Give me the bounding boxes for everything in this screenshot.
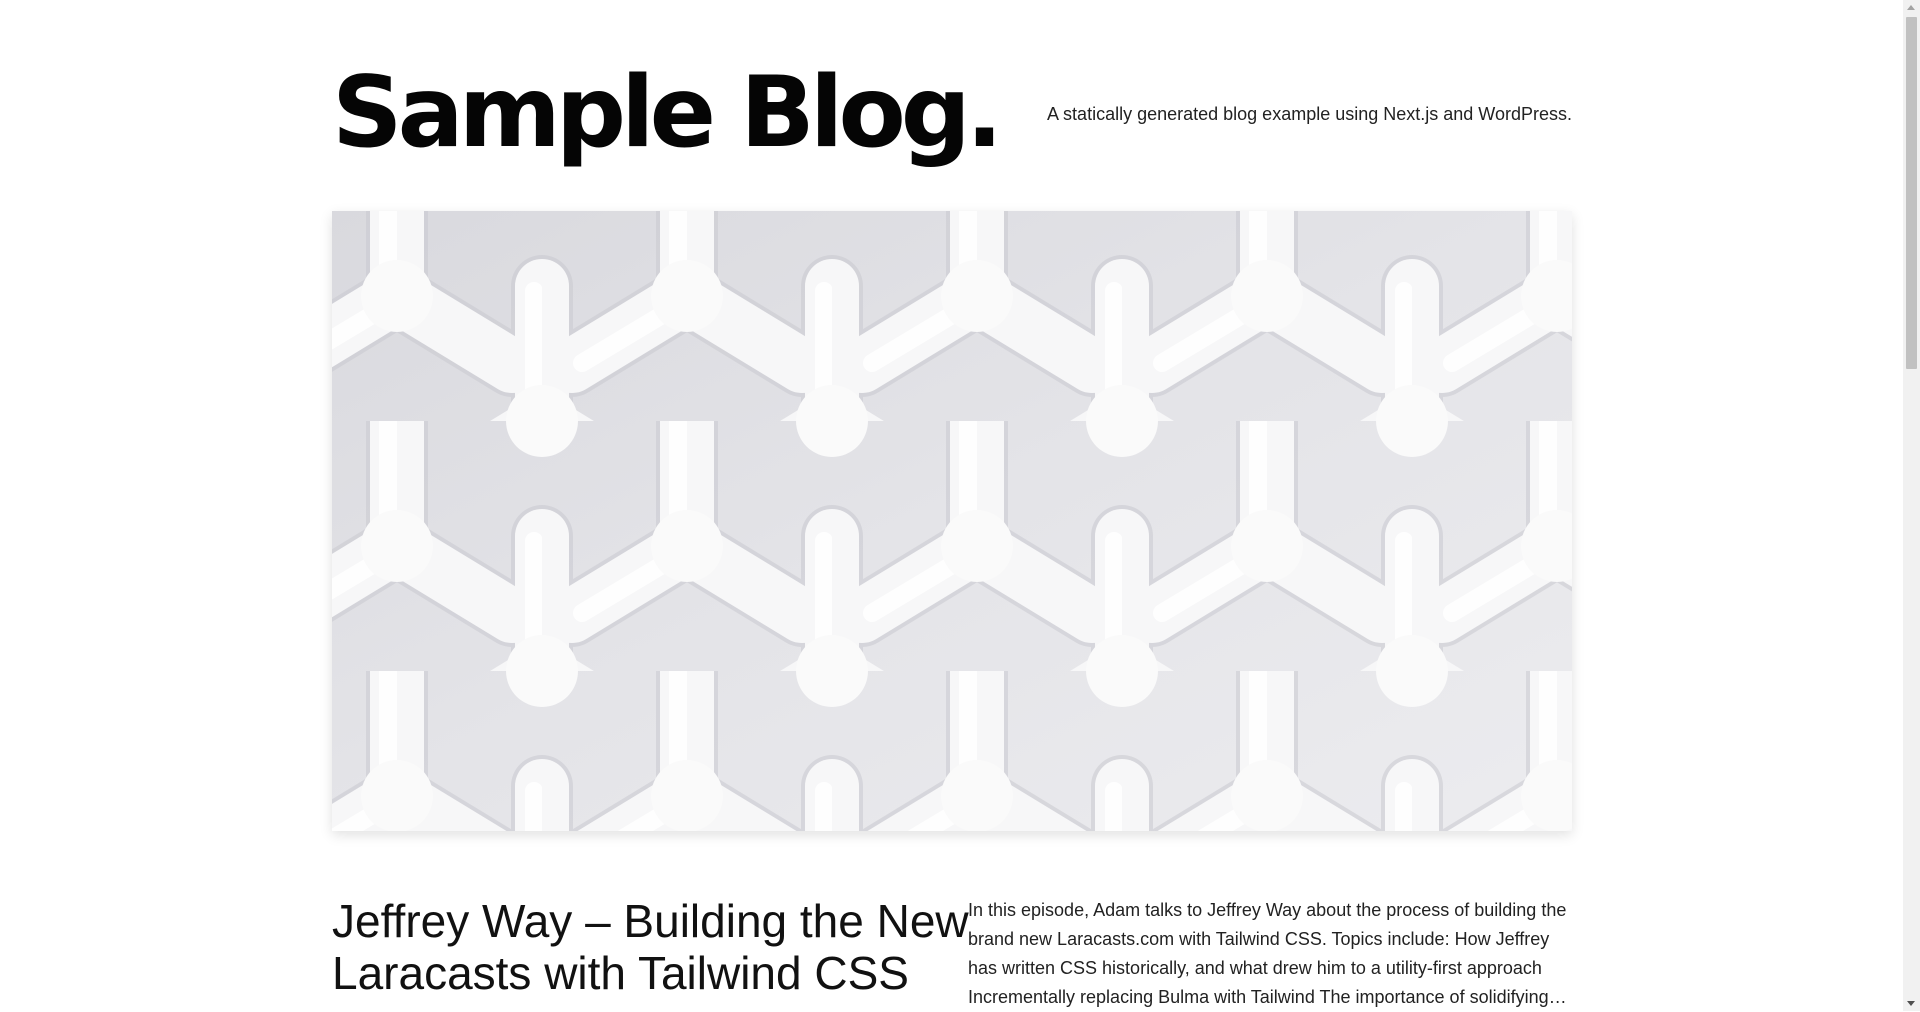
featured-post-title[interactable]: Jeffrey Way – Building the New Laracasts… (332, 895, 972, 999)
vertical-scrollbar[interactable] (1903, 0, 1920, 1011)
scroll-down-arrow-icon[interactable] (1907, 1001, 1915, 1006)
page-container: Sample Blog. A statically generated blog… (332, 0, 1572, 1011)
scrollbar-thumb[interactable] (1906, 17, 1917, 369)
featured-post-excerpt: In this episode, Adam talks to Jeffrey W… (968, 900, 1567, 1007)
blog-title[interactable]: Sample Blog. (332, 48, 1003, 178)
scroll-up-arrow-icon[interactable] (1907, 5, 1915, 10)
blog-tagline: A statically generated blog example usin… (1047, 104, 1572, 124)
hero-image[interactable] (332, 211, 1572, 831)
hero-lattice-graphic (332, 211, 1572, 831)
